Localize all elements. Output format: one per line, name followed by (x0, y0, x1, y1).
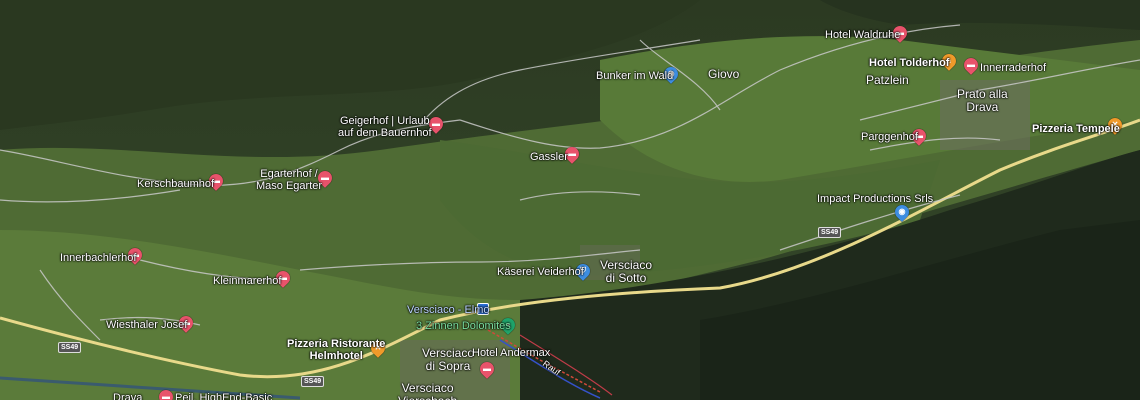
camera-pin-icon[interactable]: ◉ (892, 202, 912, 222)
label-drava: Drava (113, 392, 143, 400)
label-pizzeria-tempele[interactable]: Pizzeria Tempele (1032, 123, 1120, 135)
label-hotel-andermax[interactable]: Hotel Andermax (472, 347, 550, 359)
label-versciaco-di-sotto: Versciaco di Sotto (600, 258, 653, 285)
label-peil[interactable]: Peil. HighEnd-Basic (175, 392, 272, 400)
label-kleinmarerhof[interactable]: Kleinmarerhof (213, 275, 281, 287)
label-patzlein: Patzlein (866, 73, 909, 87)
label-giovo: Giovo (708, 67, 740, 81)
label-innerbachlerhof[interactable]: Innerbachlerhof (60, 252, 136, 264)
hotel-pin-icon[interactable]: ▬ (961, 55, 981, 75)
label-geigerhof[interactable]: Geigerhof | Urlaub auf dem Bauernhof (338, 115, 432, 139)
label-hotel-waldruhe[interactable]: Hotel Waldruhe (825, 29, 900, 41)
label-prato-alla-drava: Prato alla Drava (957, 87, 1008, 114)
hotel-pin-icon[interactable]: ▬ (156, 387, 176, 400)
label-bunker-im-wald[interactable]: Bunker im Wald (596, 70, 673, 82)
label-gassler[interactable]: Gassler (530, 151, 568, 163)
label-innerraderhof[interactable]: Innerraderhof (980, 62, 1046, 74)
label-hotel-tolderhof[interactable]: Hotel Tolderhof (869, 57, 949, 69)
label-versciaco-di-sopra: Versciaco di Sopra (422, 346, 475, 373)
label-wiesthaler-josef[interactable]: Wiesthaler Josef (106, 319, 187, 331)
label-versciaco-elmo[interactable]: Versciaco - Elmo (407, 304, 490, 316)
road-shield-ss49: SS49 (818, 227, 842, 238)
label-parggenhof[interactable]: Parggenhof (861, 131, 918, 143)
label-kaeserei-veiderhof[interactable]: Käserei Veiderhof (497, 266, 584, 278)
road-shield-ss49: SS49 (58, 342, 82, 353)
map-view[interactable]: ▬ Hotel Waldruhe ⌂ Hotel Tolderhof ▬ Inn… (0, 0, 1140, 400)
label-egarterhof[interactable]: Egarterhof / Maso Egarter (256, 168, 322, 192)
hotel-pin-icon[interactable]: ▬ (477, 359, 497, 379)
label-impact-productions[interactable]: Impact Productions Srls (817, 193, 933, 205)
label-pizzeria-helmhotel[interactable]: Pizzeria Ristorante Helmhotel (287, 338, 385, 362)
label-kerschbaumhof[interactable]: Kerschbaumhof (137, 178, 214, 190)
label-versciaco-vierschach: Versciaco Vierschach (398, 381, 457, 400)
road-shield-ss49: SS49 (301, 376, 325, 387)
label-tre-zinnen-dolomites[interactable]: 3 Zinnen Dolomites (416, 320, 511, 332)
